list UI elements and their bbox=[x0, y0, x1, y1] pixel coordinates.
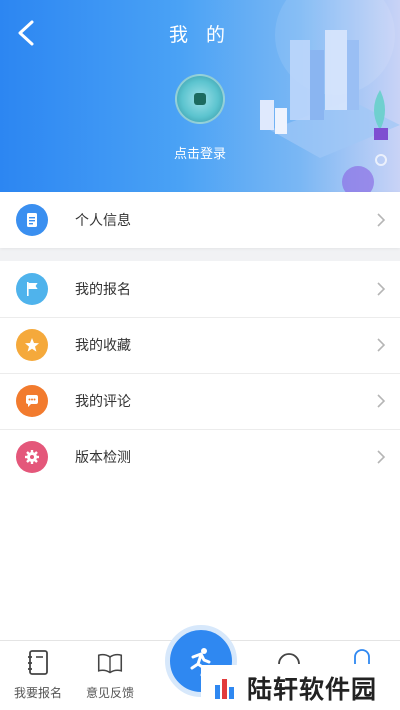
tab-label: 意见反馈 bbox=[85, 686, 134, 700]
chevron-right-icon bbox=[377, 282, 386, 296]
menu-item-label: 我的收藏 bbox=[75, 338, 131, 354]
chevron-right-icon bbox=[377, 394, 386, 408]
page-title: 我 的 bbox=[168, 24, 232, 46]
content-blank-area bbox=[0, 485, 400, 640]
menu-item-label: 个人信息 bbox=[75, 213, 131, 229]
tab-feedback[interactable]: 意见反馈 bbox=[75, 649, 145, 701]
chevron-right-icon bbox=[377, 338, 386, 352]
tab-label: 我要报名 bbox=[13, 686, 62, 700]
watermark-text: 陆轩软件园 bbox=[247, 674, 378, 704]
menu-item-my-registration[interactable]: 我的报名 bbox=[0, 261, 400, 317]
menu-item-label: 我的评论 bbox=[75, 394, 131, 410]
chat-bubble-icon bbox=[16, 385, 48, 417]
menu-group-secondary: 我的报名 我的收藏 我的评论 版本检测 bbox=[0, 261, 400, 485]
flag-icon bbox=[16, 273, 48, 305]
star-icon bbox=[16, 329, 48, 361]
menu-item-my-favorites[interactable]: 我的收藏 bbox=[0, 317, 400, 373]
menu-item-label: 我的报名 bbox=[75, 282, 131, 298]
profile-header: 我 的 点击登录 bbox=[0, 0, 400, 192]
menu-item-personal-info[interactable]: 个人信息 bbox=[0, 192, 400, 248]
document-icon bbox=[16, 204, 48, 236]
tab-register[interactable]: 我要报名 bbox=[3, 649, 73, 701]
tab-icon-partial[interactable] bbox=[276, 649, 302, 665]
chevron-right-icon bbox=[377, 450, 386, 464]
watermark-banner: 陆轩软件园 bbox=[201, 665, 400, 710]
menu-item-label: 版本检测 bbox=[75, 450, 131, 466]
tab-icon-active-partial[interactable] bbox=[352, 649, 372, 665]
avatar-logo bbox=[194, 93, 206, 105]
chevron-right-icon bbox=[377, 213, 386, 227]
menu-item-version-check[interactable]: 版本检测 bbox=[0, 429, 400, 485]
menu-group-primary: 个人信息 bbox=[0, 192, 400, 248]
open-book-icon bbox=[97, 653, 123, 674]
menu-item-my-comments[interactable]: 我的评论 bbox=[0, 373, 400, 429]
notebook-icon bbox=[28, 650, 48, 675]
gear-icon bbox=[16, 441, 48, 473]
watermark-logo-icon bbox=[215, 678, 234, 699]
login-link[interactable]: 点击登录 bbox=[0, 143, 400, 162]
avatar[interactable] bbox=[175, 74, 225, 124]
